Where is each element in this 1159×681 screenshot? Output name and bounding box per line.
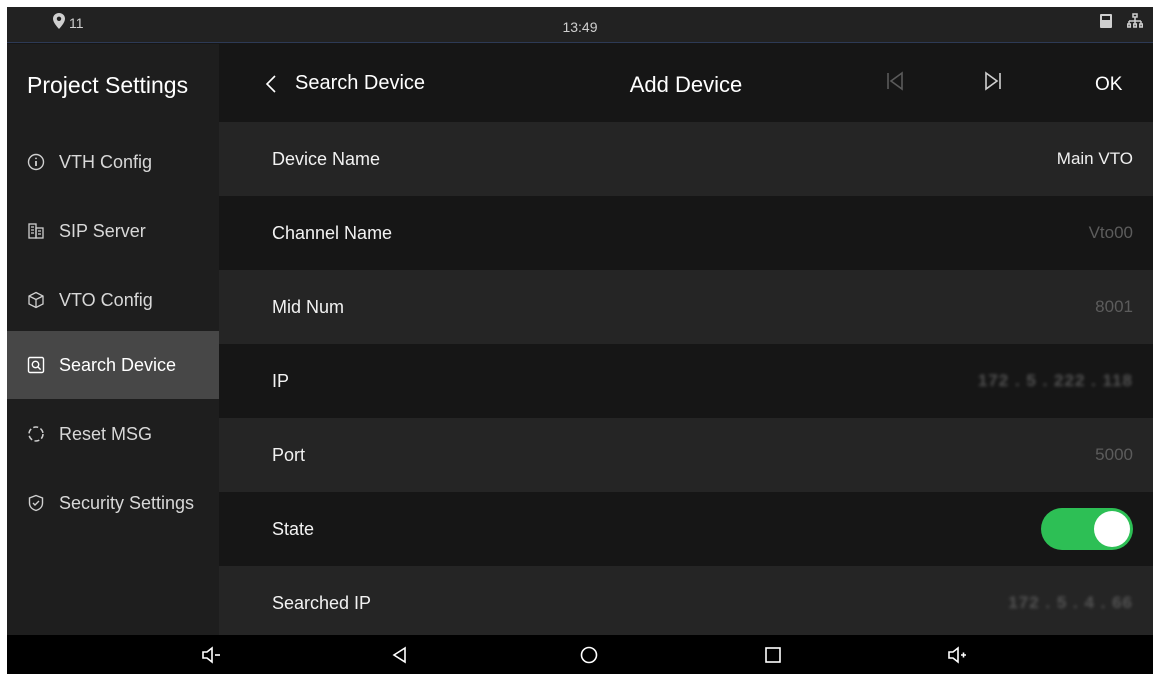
recents-square-icon[interactable] — [761, 643, 785, 667]
sidebar-item-label: VTH Config — [59, 151, 153, 172]
field-label: Device Name — [272, 148, 381, 169]
channel-name-row[interactable]: Channel Name Vto00 — [219, 196, 1153, 270]
home-circle-icon[interactable] — [577, 643, 601, 667]
back-triangle-icon[interactable] — [388, 643, 412, 667]
cube-icon — [27, 291, 45, 309]
sidebar-item-sip-server[interactable]: SIP Server — [7, 197, 219, 265]
sd-card-icon — [1099, 13, 1113, 34]
back-button[interactable]: Search Device — [265, 72, 425, 95]
field-label: Channel Name — [272, 222, 393, 243]
search-icon — [27, 356, 45, 374]
status-right — [1099, 13, 1144, 34]
ip-value: 172 . 5 . 222 . 118 — [977, 371, 1133, 390]
sidebar-item-vto-config[interactable]: VTO Config — [7, 266, 219, 334]
skip-next-icon[interactable] — [981, 69, 1005, 93]
header-bar: Search Device Add Device OK — [219, 44, 1153, 118]
field-label: Port — [272, 444, 306, 465]
channel-name-value: Vto00 — [1088, 223, 1133, 242]
ok-button[interactable]: OK — [1095, 74, 1122, 96]
shield-icon — [27, 494, 45, 512]
sidebar-item-security-settings[interactable]: Security Settings — [7, 469, 219, 537]
sidebar-item-vth-config[interactable]: VTH Config — [7, 128, 219, 196]
reset-icon — [27, 425, 45, 443]
device-name-value: Main VTO — [1056, 149, 1133, 168]
info-icon — [27, 153, 45, 171]
screen: 11 13:49 Project Settings VTH Config SIP… — [7, 7, 1153, 674]
state-row: State — [219, 492, 1153, 566]
sidebar-item-label: VTO Config — [59, 289, 153, 310]
searched-ip-row: Searched IP 172 . 5 . 4 . 66 — [219, 566, 1153, 635]
ip-row[interactable]: IP 172 . 5 . 222 . 118 — [219, 344, 1153, 418]
skip-previous-icon[interactable] — [883, 69, 907, 93]
field-label: State — [272, 518, 315, 539]
field-label: Mid Num — [272, 296, 345, 317]
main-panel: Search Device Add Device OK Device Name … — [219, 44, 1153, 635]
status-bar: 11 13:49 — [7, 7, 1153, 43]
port-row[interactable]: Port 5000 — [219, 418, 1153, 492]
sidebar-item-label: Search Device — [59, 354, 177, 375]
sidebar-item-reset-msg[interactable]: Reset MSG — [7, 400, 219, 468]
toggle-knob — [1094, 511, 1130, 547]
volume-down-icon[interactable] — [199, 643, 223, 667]
sidebar-item-search-device[interactable]: Search Device — [7, 331, 219, 399]
searched-ip-value: 172 . 5 . 4 . 66 — [1008, 593, 1133, 612]
port-value: 5000 — [1095, 445, 1133, 464]
device-name-row[interactable]: Device Name Main VTO — [219, 122, 1153, 196]
building-icon — [27, 222, 45, 240]
state-toggle[interactable] — [1041, 508, 1133, 550]
network-icon — [1127, 13, 1144, 34]
status-time: 13:49 — [562, 19, 598, 35]
sidebar-item-label: Reset MSG — [59, 423, 153, 444]
volume-up-icon[interactable] — [945, 643, 969, 667]
mid-num-row[interactable]: Mid Num 8001 — [219, 270, 1153, 344]
system-nav-bar — [7, 635, 1153, 674]
field-label: IP — [272, 370, 290, 391]
mid-num-value: 8001 — [1095, 297, 1133, 316]
sidebar-title: Project Settings — [27, 72, 189, 98]
back-label: Search Device — [295, 72, 426, 94]
sidebar-item-label: SIP Server — [59, 220, 146, 241]
field-label: Searched IP — [272, 592, 372, 613]
sidebar: Project Settings VTH Config SIP Server V… — [7, 44, 219, 635]
sidebar-item-label: Security Settings — [59, 492, 195, 513]
chevron-left-icon — [265, 74, 276, 93]
